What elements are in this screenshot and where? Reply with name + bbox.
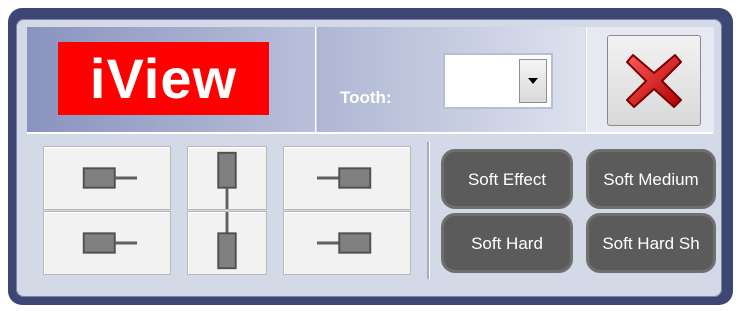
chevron-down-icon[interactable] — [519, 59, 547, 103]
tooth-select[interactable] — [443, 53, 553, 109]
sensor-cable-right-icon — [82, 232, 138, 254]
sensor-cable-down-icon — [217, 151, 237, 209]
sensor-button-horizontal-cable-left-bottom[interactable] — [283, 211, 411, 275]
sensor-cable-up-icon — [217, 212, 237, 270]
sensor-button-vertical-cable-down[interactable] — [187, 146, 267, 210]
tooth-label: Tooth: — [340, 88, 392, 107]
soft-effect-button[interactable]: Soft Effect — [441, 149, 573, 209]
soft-medium-button[interactable]: Soft Medium — [586, 149, 716, 209]
app-logo: iView — [58, 42, 269, 115]
sensor-button-vertical-cable-up[interactable] — [187, 211, 267, 275]
tooth-select-value — [449, 59, 521, 103]
sensor-button-horizontal-cable-right-top[interactable] — [43, 146, 171, 210]
sensor-cable-right-icon — [82, 167, 138, 189]
soft-hard-button[interactable]: Soft Hard — [441, 213, 573, 273]
header-divider — [27, 132, 713, 134]
soft-hard-sh-button[interactable]: Soft Hard Sh — [586, 213, 716, 273]
sensor-button-horizontal-cable-left-top[interactable] — [283, 146, 411, 210]
section-divider — [427, 142, 430, 279]
sensor-cable-left-icon — [316, 167, 372, 189]
sensor-cable-left-icon — [316, 232, 372, 254]
close-icon — [626, 53, 682, 108]
close-button[interactable] — [607, 35, 701, 126]
sensor-button-horizontal-cable-right-bottom[interactable] — [43, 211, 171, 275]
